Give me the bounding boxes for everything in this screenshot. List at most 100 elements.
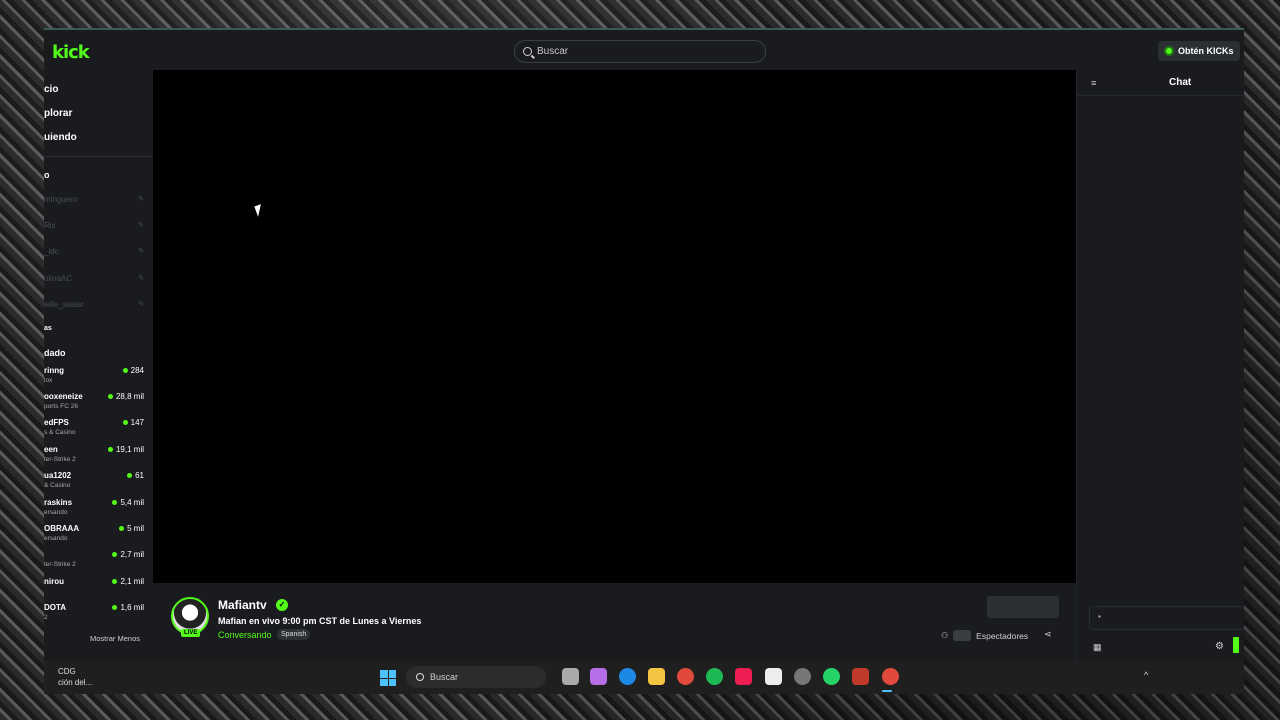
chat-input[interactable]: ▪ (1089, 606, 1244, 630)
notification-line-1: CDG (58, 667, 76, 676)
sidebar-nav-home[interactable]: cio (44, 84, 58, 95)
sidebar: cio plorar uiendo o minguero ✎ Rix ✎ _idc ✎… (44, 70, 152, 660)
channel-name: raskins (44, 498, 73, 507)
recommended-channel[interactable]: ua1202 & Casino 61 (44, 471, 144, 495)
offline-channel[interactable]: _idc ✎ (44, 247, 144, 256)
offline-channel-name: olinaAC (44, 274, 73, 283)
live-dot-icon (119, 526, 125, 531)
taskbar-search[interactable]: Buscar (406, 666, 546, 688)
taskbar-notification[interactable]: CDG ción del... (58, 666, 92, 688)
recommended-channel[interactable]: OBRAAA ersando 5 mil (44, 524, 144, 548)
language-tag[interactable]: Spanish (277, 629, 311, 640)
sidebar-nav-following[interactable]: uiendo (44, 132, 77, 143)
search-icon (523, 47, 532, 56)
live-dot-icon (107, 394, 113, 399)
channel-name: OBRAAA (44, 524, 80, 533)
viewer-count: 2,1 mil (112, 577, 144, 586)
offline-channel[interactable]: Rix ✎ (44, 221, 144, 230)
viewer-count: 61 (127, 471, 144, 480)
streamer-name[interactable]: Mafiantv (218, 598, 267, 612)
get-kicks-button[interactable]: Obtén KICKs (1158, 41, 1240, 61)
chat-title: Chat (1169, 77, 1192, 88)
channel-name: ooxeneize (44, 392, 83, 401)
channel-category: ersando (44, 509, 68, 516)
offline-channel[interactable]: ielle_salasr ✎ (44, 300, 144, 309)
viewers-icon: ⚇ (941, 631, 949, 640)
channel-category: ersando (44, 535, 68, 542)
recommended-channel[interactable]: rinng lox 284 (44, 366, 144, 390)
live-dot-icon (112, 579, 118, 584)
video-player[interactable] (153, 70, 1076, 583)
collapse-icon[interactable]: ≡ (1091, 78, 1096, 88)
search-icon (416, 673, 424, 681)
channel-category: lox (44, 377, 53, 384)
recommended-channel[interactable]: nirou 2,1 mil (44, 577, 144, 601)
viewer-count: 5,4 mil (112, 498, 144, 507)
recommended-channel[interactable]: edFPS s & Casino 147 (44, 418, 144, 442)
channel-category: ter-Strike 2 (44, 456, 76, 463)
recommended-channel[interactable]: raskins ersando 5,4 mil (44, 498, 144, 522)
share-icon[interactable]: ⋖ (1044, 629, 1052, 640)
store-icon[interactable]: ▦ (1093, 642, 1102, 653)
notification-line-2: ción del... (58, 678, 93, 687)
spotify-icon[interactable] (706, 668, 723, 685)
chrome-icon[interactable] (677, 668, 694, 685)
live-dot-icon (122, 368, 128, 373)
sidebar-nav-explore[interactable]: plorar (44, 108, 72, 119)
offline-channel-name: _idc (44, 247, 59, 256)
edge-icon[interactable] (619, 668, 636, 685)
recommended-channel[interactable]: ooxeneize ports FC 26 28,8 mil (44, 392, 144, 416)
app-icon[interactable] (794, 668, 811, 685)
viewer-count: 1,6 mil (112, 603, 144, 612)
kick-logo[interactable]: kick (52, 42, 90, 63)
offline-channel-name: minguero (44, 195, 78, 204)
channel-name: een (44, 445, 58, 454)
search-input[interactable] (537, 46, 737, 57)
offline-channel[interactable]: minguero ✎ (44, 195, 144, 204)
live-badge: LIVE (181, 629, 201, 637)
viewer-count-text: 2,1 mil (120, 577, 144, 586)
windows-start-icon[interactable] (380, 670, 396, 686)
viewer-count-text: 147 (130, 418, 144, 427)
active-app-indicator (882, 690, 892, 692)
recommended-channel[interactable]: DOTA 2 1,6 mil (44, 603, 144, 627)
bell-off-icon: ✎ (138, 275, 144, 282)
show-less-button[interactable]: Mostrar Menos (90, 634, 140, 643)
stream-category-link[interactable]: Conversando (218, 630, 272, 640)
viewer-count-text: 61 (135, 471, 144, 480)
app-icon[interactable] (852, 668, 869, 685)
channel-name: rinng (44, 366, 64, 375)
recommended-heading: dado (44, 348, 66, 358)
viewer-count: 284 (122, 366, 144, 375)
recommended-channel[interactable]: ter-Strike 2 2,7 mil (44, 550, 144, 574)
follow-button[interactable] (987, 596, 1059, 618)
live-dot-icon (112, 605, 118, 610)
viewers-count-placeholder (953, 630, 972, 641)
bell-off-icon: ✎ (138, 222, 144, 229)
offline-channel-name: ielle_salasr (44, 300, 85, 309)
channel-name: edFPS (44, 418, 69, 427)
viewer-count: 2,7 mil (112, 550, 144, 559)
chrome-icon[interactable] (882, 668, 899, 685)
file-explorer-icon[interactable] (648, 668, 665, 685)
chat-send-button[interactable] (1233, 637, 1239, 653)
get-kicks-label: Obtén KICKs (1178, 46, 1234, 56)
tiktok-icon[interactable] (735, 668, 752, 685)
channel-category: ter-Strike 2 (44, 561, 76, 568)
viewer-count: 28,8 mil (107, 392, 144, 401)
gear-icon[interactable]: ⚙ (1215, 641, 1224, 652)
whatsapp-icon[interactable] (823, 668, 840, 685)
channel-category: ports FC 26 (44, 403, 78, 410)
following-heading: o (44, 170, 50, 180)
offline-channel[interactable]: olinaAC ✎ (44, 274, 144, 283)
stream-info-bar: LIVE Mafiantv ✓ Mafian en vivo 9:00 pm C… (153, 583, 1076, 660)
copilot-icon[interactable] (590, 668, 607, 685)
verified-icon: ✓ (276, 599, 288, 611)
capcut-icon[interactable] (765, 668, 782, 685)
search-bar[interactable] (514, 40, 766, 63)
channel-name: nirou (44, 577, 64, 586)
recommended-channel[interactable]: een ter-Strike 2 19,1 mil (44, 445, 144, 469)
chevron-up-icon[interactable]: ^ (1144, 670, 1148, 680)
channel-category: & Casino (44, 482, 71, 489)
task-view-icon[interactable] (562, 668, 579, 685)
